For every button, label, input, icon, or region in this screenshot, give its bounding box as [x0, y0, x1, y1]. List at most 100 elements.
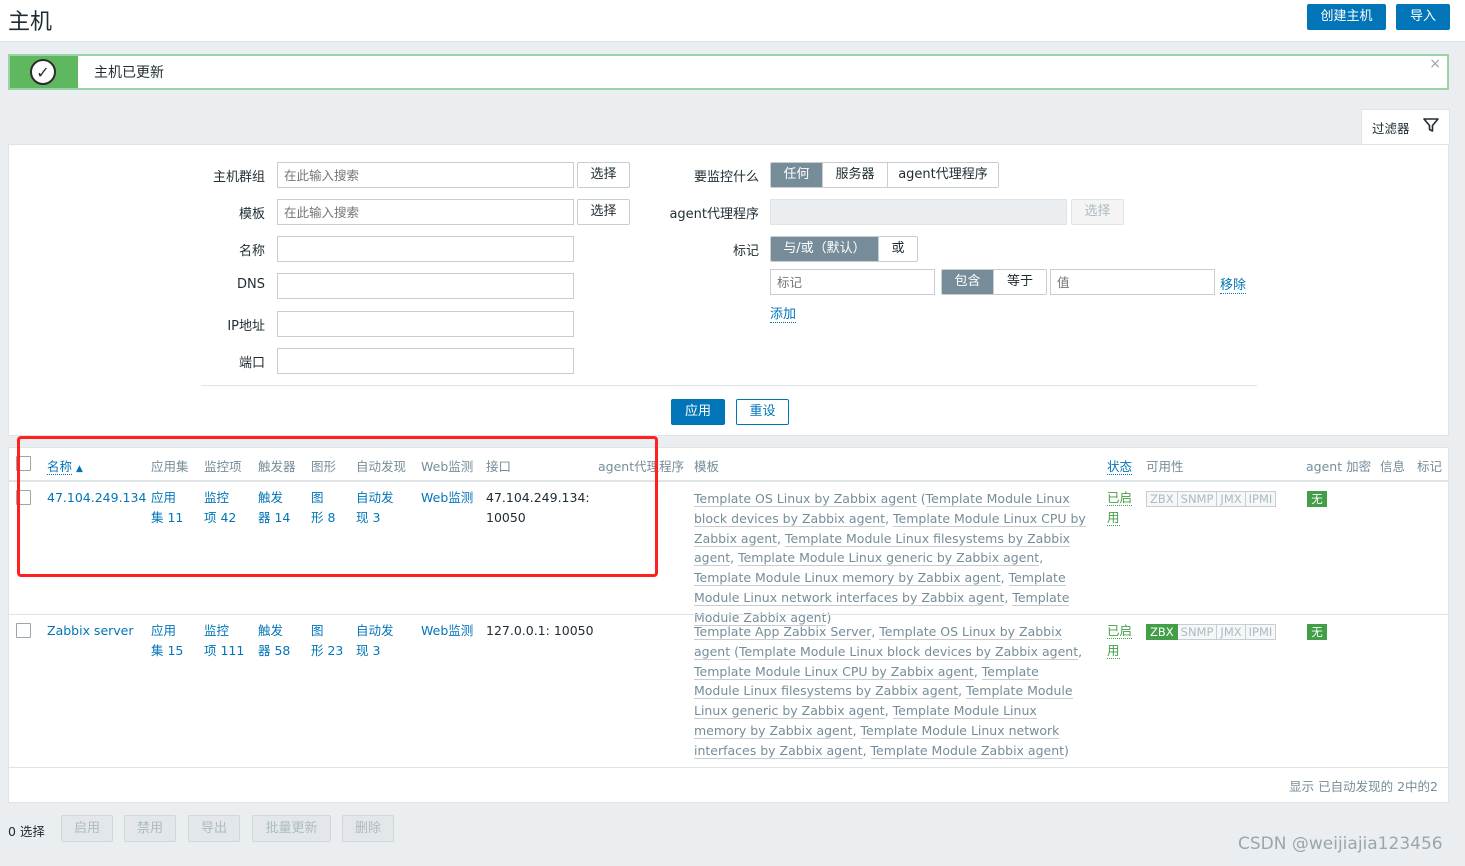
graphs-link-line2: 形 23	[311, 643, 344, 658]
monitored-by-any[interactable]: 任何	[771, 163, 823, 187]
reset-button[interactable]: 重设	[736, 399, 789, 425]
tag-op-contains[interactable]: 包含	[942, 270, 994, 294]
host-groups-input[interactable]	[277, 162, 574, 188]
column-header-status-label: 状态	[1107, 459, 1133, 475]
close-icon[interactable]: ×	[1429, 56, 1441, 72]
import-button[interactable]: 导入	[1396, 4, 1450, 30]
templates-input[interactable]	[277, 199, 574, 225]
templates-list: Template OS Linux by Zabbix agent (Templ…	[694, 491, 1086, 626]
monitored-by-toggle: 任何 服务器 agent代理程序	[770, 162, 999, 188]
host-name-link[interactable]: Zabbix server	[47, 623, 134, 638]
create-host-button[interactable]: 创建主机	[1307, 4, 1386, 30]
triggers-link-line1: 触发	[258, 623, 284, 638]
row-checkbox[interactable]	[16, 623, 31, 638]
monitored-by-server[interactable]: 服务器	[823, 163, 888, 187]
discovery-link-line1: 自动发	[356, 623, 394, 638]
proxy-label: agent代理程序	[669, 207, 759, 222]
row-divider	[9, 767, 1448, 768]
tag-operator-toggle: 包含 等于	[941, 269, 1047, 295]
watermark: CSDN @weijiajia123456	[1238, 834, 1443, 854]
success-message: ✓ 主机已更新 ×	[8, 54, 1449, 90]
tags-mode-or[interactable]: 或	[879, 237, 917, 261]
tag-value-input[interactable]	[1050, 269, 1215, 295]
zbx-badge: ZBX	[1146, 491, 1178, 507]
snmp-badge: SNMP	[1177, 624, 1218, 640]
selected-count: 0 选择	[8, 824, 45, 839]
tags-mode-and-or[interactable]: 与/或（默认）	[771, 237, 879, 261]
items-link-line2: 项 111	[204, 643, 245, 658]
table-footer-count: 显示 已自动发现的 2中的2	[1289, 779, 1438, 794]
template-link[interactable]: Template Module Linux block devices by Z…	[738, 643, 1079, 660]
filter-panel: 主机群组 选择 模板 选择 名称 DNS IP地址 端口 要监控什么 任何 服务…	[8, 144, 1449, 436]
port-input[interactable]	[277, 348, 574, 374]
column-header-status[interactable]: 状态	[1107, 456, 1133, 475]
tag-remove-link[interactable]: 移除	[1220, 274, 1247, 294]
export-button[interactable]: 导出	[188, 815, 240, 842]
host-groups-label: 主机群组	[212, 170, 265, 185]
jmx-badge: JMX	[1217, 491, 1246, 507]
check-circle-icon: ✓	[30, 59, 56, 85]
apply-button[interactable]: 应用	[671, 399, 725, 425]
items-link-line1: 监控	[204, 623, 230, 638]
status-link-line2: 用	[1107, 510, 1120, 526]
template-link[interactable]: Template Module Linux CPU by Zabbix agen…	[694, 663, 974, 680]
mass-update-button[interactable]: 批量更新	[252, 815, 331, 842]
filter-separator	[201, 385, 1257, 386]
availability-badges: ZBX SNMP JMX IPMI	[1146, 624, 1277, 640]
templates-select-button[interactable]: 选择	[577, 199, 630, 225]
page-header: 主机 创建主机 导入	[0, 0, 1465, 42]
column-header-availability: 可用性	[1146, 459, 1184, 474]
availability-badges: ZBX SNMP JMX IPMI	[1146, 491, 1277, 507]
status-link-line1: 已启	[1107, 490, 1133, 506]
tag-op-equals[interactable]: 等于	[994, 270, 1046, 294]
template-link[interactable]: Template OS Linux by Zabbix agent	[694, 491, 917, 507]
snmp-badge: SNMP	[1177, 491, 1218, 507]
name-input[interactable]	[277, 236, 574, 262]
dns-input[interactable]	[277, 273, 574, 299]
tag-name-input[interactable]	[770, 269, 935, 295]
jmx-badge: JMX	[1217, 624, 1246, 640]
apps-link-line2: 集 15	[151, 643, 184, 658]
tags-label: 标记	[732, 244, 759, 259]
template-link[interactable]: Template App Zabbix Server	[694, 624, 872, 640]
triggers-link[interactable]: 触发器 58	[258, 621, 290, 661]
proxy-select-button: 选择	[1071, 199, 1124, 225]
monitored-by-label: 要监控什么	[693, 170, 759, 185]
template-link[interactable]: Template Module Zabbix agent	[870, 742, 1065, 759]
templates-label: 模板	[238, 207, 265, 222]
ipmi-badge: IPMI	[1245, 624, 1277, 640]
row-divider	[9, 614, 1448, 615]
encryption-badge: 无	[1307, 491, 1327, 507]
status-link[interactable]: 已启用	[1107, 621, 1133, 661]
status-link-line2: 用	[1107, 643, 1120, 659]
funnel-icon	[1423, 118, 1439, 132]
discovery-link[interactable]: 自动发现 3	[356, 621, 394, 661]
tag-add-link[interactable]: 添加	[770, 303, 797, 323]
annotation-highlight	[17, 436, 658, 577]
template-link[interactable]: Template Module Linux memory by Zabbix a…	[694, 570, 1001, 587]
graphs-link-line1: 图	[311, 623, 324, 638]
items-link[interactable]: 监控项 111	[204, 621, 244, 661]
template-link[interactable]: Template Module Linux generic by Zabbix …	[738, 550, 1040, 567]
encryption-badge: 无	[1307, 624, 1327, 640]
graphs-link[interactable]: 图形 23	[311, 621, 343, 661]
dns-label: DNS	[237, 277, 265, 292]
disable-button[interactable]: 禁用	[124, 815, 176, 842]
port-label: 端口	[238, 356, 265, 371]
enable-button[interactable]: 启用	[61, 815, 113, 842]
host-groups-select-button[interactable]: 选择	[577, 162, 630, 188]
monitored-by-proxy[interactable]: agent代理程序	[888, 163, 998, 187]
templates-list: Template App Zabbix Server, Template OS …	[694, 624, 1083, 759]
column-header-tags: 标记	[1417, 459, 1443, 474]
ip-input[interactable]	[277, 311, 574, 337]
web-link[interactable]: Web监测	[421, 621, 473, 641]
status-link[interactable]: 已启用	[1107, 488, 1133, 528]
column-header-templates: 模板	[694, 459, 720, 474]
delete-button[interactable]: 删除	[342, 815, 394, 842]
filter-tab-label: 过滤器	[1372, 121, 1410, 136]
filter-tab[interactable]: 过滤器	[1361, 109, 1450, 145]
apps-link-line1: 应用	[151, 623, 177, 638]
column-header-info: 信息	[1380, 459, 1406, 474]
apps-link[interactable]: 应用集 15	[151, 621, 183, 661]
interface-value: 127.0.0.1: 10050	[486, 623, 594, 638]
